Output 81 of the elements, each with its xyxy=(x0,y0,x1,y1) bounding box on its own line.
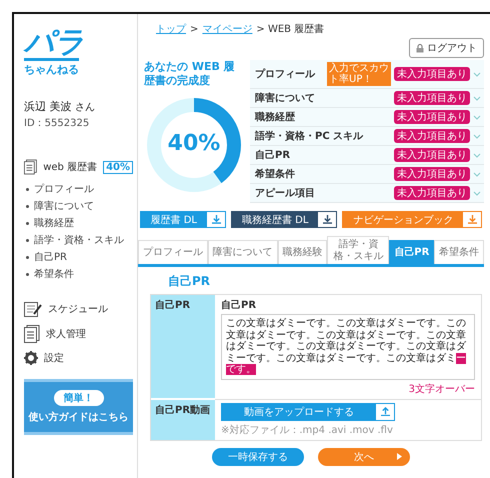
bullet-icon xyxy=(26,256,29,258)
tab[interactable]: 語学・資格・スキル xyxy=(327,236,390,264)
section-label: 障害について xyxy=(255,91,316,105)
document-icon xyxy=(24,325,40,343)
bullet-icon xyxy=(26,222,29,224)
section-heading: 自己PR xyxy=(168,273,212,290)
sidebar-subitem[interactable]: 障害について xyxy=(34,199,94,213)
completion-value: 40% xyxy=(166,130,222,156)
bullet-icon xyxy=(26,272,29,276)
download-button[interactable]: 職務経歴書 DL xyxy=(231,211,338,228)
logo[interactable]: パラ ちゃんねる xyxy=(24,28,86,77)
tab[interactable]: プロフィール xyxy=(138,240,208,264)
chevron-down-icon[interactable] xyxy=(473,114,481,120)
breadcrumb-link[interactable]: トップ xyxy=(156,22,186,36)
upload-button[interactable]: 動画をアップロードする xyxy=(221,402,395,420)
breadcrumb-link[interactable]: マイページ xyxy=(202,22,252,36)
bullet-icon xyxy=(26,204,29,208)
chevron-down-icon[interactable] xyxy=(473,96,481,100)
tab[interactable]: 自己PR xyxy=(389,240,434,264)
upload-icon xyxy=(380,407,390,416)
download-icon xyxy=(468,215,477,224)
user-id: ID：5552325 xyxy=(24,117,90,130)
sidebar-subitem[interactable]: 語学・資格・スキル xyxy=(34,233,124,247)
file-type-note: ※対応ファイル：.mp4 .avi .mov .flv xyxy=(221,424,394,436)
section-label: 語学・資格・PC スキル xyxy=(255,130,364,143)
status-badge: 未入力項目あり xyxy=(394,67,470,81)
logout-button[interactable]: ログアウト xyxy=(409,38,484,58)
status-badge: 未入力項目あり xyxy=(394,129,470,143)
form-label: 自己PR動画 xyxy=(151,400,215,440)
section-label: 希望条件 xyxy=(255,168,296,181)
download-button[interactable]: 履歴書 DL xyxy=(140,211,226,228)
tab[interactable]: 障害について xyxy=(208,240,278,264)
settings-icon xyxy=(24,351,38,365)
status-badge: 未入力項目あり xyxy=(394,167,470,181)
hint-callout: 入力でスカウト率UP！ xyxy=(327,62,391,86)
guide-text: 使い方ガイドはこちら xyxy=(28,410,128,424)
status-badge: 未入力項目あり xyxy=(394,186,470,200)
sidebar-subitem[interactable]: 職務経歴 xyxy=(34,216,74,230)
section-label: プロフィール xyxy=(255,67,316,81)
sidebar-item[interactable]: 設定 xyxy=(44,351,64,365)
section-label: 職務経歴 xyxy=(255,110,296,124)
tab[interactable]: 希望条件 xyxy=(434,240,484,264)
download-icon xyxy=(212,215,220,224)
calendar-pencil-icon xyxy=(24,301,42,317)
sidebar-item[interactable]: 求人管理 xyxy=(46,327,86,341)
sidebar-subitem[interactable]: プロフィール xyxy=(34,182,94,196)
field-label: 自己PR xyxy=(221,298,258,312)
sidebar-subitem[interactable]: 希望条件 xyxy=(34,267,74,281)
chevron-down-icon[interactable] xyxy=(473,172,481,176)
completion-title: あなたの WEB 履歴書の完成度 xyxy=(144,60,236,89)
status-badge: 未入力項目あり xyxy=(394,91,470,105)
section-label: 自己PR xyxy=(255,148,292,162)
chevron-down-icon[interactable] xyxy=(473,152,481,158)
lock-icon xyxy=(416,44,424,52)
play-icon xyxy=(397,452,402,460)
pr-text-field[interactable]: この文章はダミーです。この文章はダミーです。この文章はダミーです。この文章はダミーです。この文章はダミーです。この文章はダミーです。この文章はダミーです。この文章はダミーです。この文章はダミ ーです。 xyxy=(221,314,475,380)
bullet-icon xyxy=(26,188,29,190)
chevron-down-icon[interactable] xyxy=(473,134,481,138)
sidebar-subitem[interactable]: 自己PR xyxy=(34,250,67,264)
document-icon xyxy=(24,158,38,176)
section-label: アピール項目 xyxy=(255,186,316,200)
bullet-icon xyxy=(26,238,29,242)
over-limit-warning: 3文字オーバー xyxy=(408,382,475,396)
next-button[interactable]: 次へ xyxy=(318,448,410,466)
completion-badge: 40% xyxy=(103,160,133,174)
tab[interactable]: 職務経験 xyxy=(278,240,328,264)
sidebar-item[interactable]: スケジュール xyxy=(48,302,108,316)
status-badge: 未入力項目あり xyxy=(394,148,470,162)
download-icon xyxy=(322,215,332,224)
user-name: 浜辺 美波 さん xyxy=(24,99,96,114)
chevron-down-icon[interactable] xyxy=(473,190,481,196)
form-label: 自己PR xyxy=(151,295,215,400)
chevron-down-icon[interactable] xyxy=(473,72,481,76)
breadcrumb-text: > WEB 履歴書 xyxy=(256,22,324,36)
breadcrumb-text: > xyxy=(190,24,198,34)
download-button[interactable]: ナビゲーションブック xyxy=(342,211,482,228)
save-button[interactable]: 一時保存する xyxy=(212,448,304,466)
sidebar-item[interactable]: web 履歴書 xyxy=(43,160,98,174)
easy-pill: 簡単！ xyxy=(54,390,104,406)
guide-banner[interactable]: 簡単！ 使い方ガイドはこちら xyxy=(24,379,133,435)
status-badge: 未入力項目あり xyxy=(394,110,470,124)
